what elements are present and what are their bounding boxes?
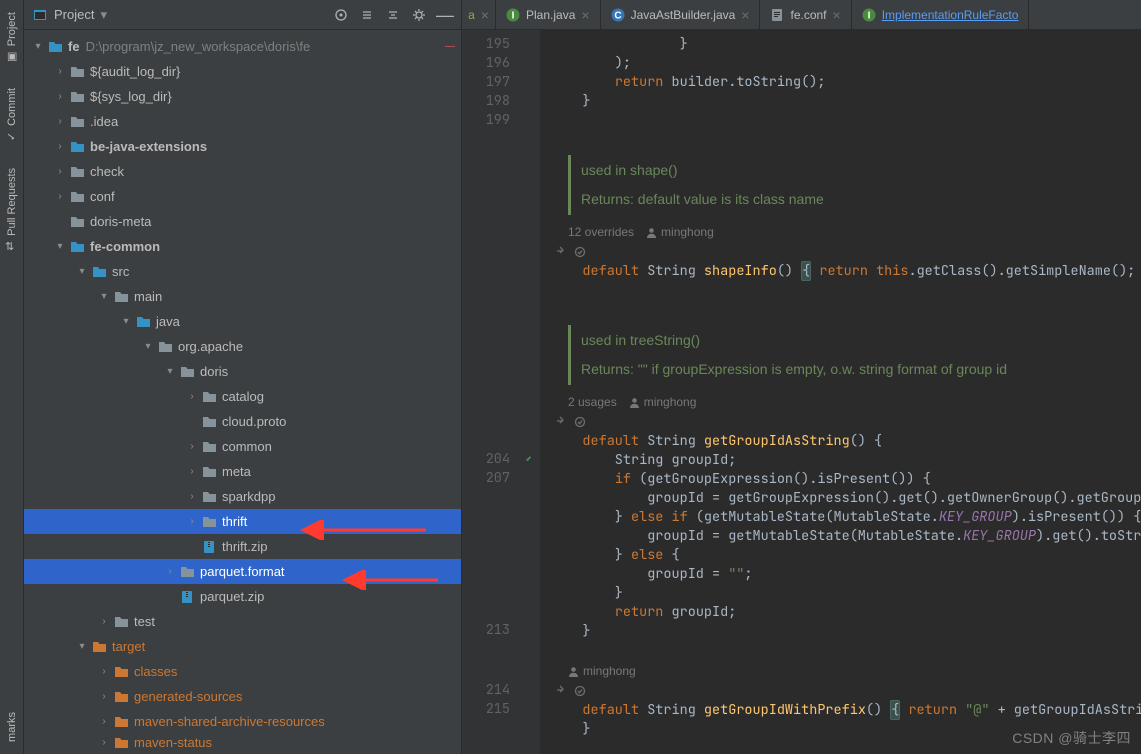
- tree-item[interactable]: ›be-java-extensions: [24, 134, 461, 159]
- tree-item[interactable]: ▾src: [24, 259, 461, 284]
- tree-item[interactable]: ▾fe-common: [24, 234, 461, 259]
- tree-item[interactable]: doris-meta: [24, 209, 461, 234]
- interface-icon: I: [862, 8, 876, 22]
- toolstrip-pull-requests[interactable]: ⇅Pull Requests: [3, 156, 21, 266]
- tree-item[interactable]: ›.idea: [24, 109, 461, 134]
- tree-item[interactable]: thrift.zip: [24, 534, 461, 559]
- interface-icon: I: [506, 8, 520, 22]
- tree-item[interactable]: ›catalog: [24, 384, 461, 409]
- editor-tab[interactable]: IImplementationRuleFacto: [852, 0, 1030, 29]
- tree-root[interactable]: ▾feD:\program\jz_new_workspace\doris\fe—: [24, 34, 461, 59]
- project-icon: [32, 7, 48, 23]
- editor-tab[interactable]: IPlan.java×: [496, 0, 601, 29]
- tree-item[interactable]: ›meta: [24, 459, 461, 484]
- panel-title[interactable]: Project: [54, 7, 94, 22]
- tree-item[interactable]: ▾doris: [24, 359, 461, 384]
- toolstrip-marks[interactable]: marks: [4, 700, 20, 754]
- tree-item[interactable]: ›test: [24, 609, 461, 634]
- tree-item[interactable]: ›${audit_log_dir}: [24, 59, 461, 84]
- panel-header: Project ▾ —: [24, 0, 461, 30]
- tree-item[interactable]: ›check: [24, 159, 461, 184]
- hide-icon[interactable]: —: [437, 7, 453, 23]
- svg-text:C: C: [614, 10, 621, 21]
- tree-item[interactable]: ›sparkdpp: [24, 484, 461, 509]
- gear-icon[interactable]: [411, 7, 427, 23]
- class-icon: C: [611, 8, 625, 22]
- tree-item[interactable]: ▾target: [24, 634, 461, 659]
- file-icon: [770, 8, 784, 22]
- tree-item[interactable]: ›${sys_log_dir}: [24, 84, 461, 109]
- watermark: CSDN @骑士李四: [1012, 728, 1131, 748]
- tree-item[interactable]: ›maven-status: [24, 734, 461, 750]
- svg-text:I: I: [867, 10, 870, 21]
- toolstrip-project[interactable]: ▣Project: [3, 0, 21, 76]
- expand-all-icon[interactable]: [359, 7, 375, 23]
- tree-item[interactable]: ›generated-sources: [24, 684, 461, 709]
- svg-text:I: I: [512, 10, 515, 21]
- close-icon[interactable]: ×: [741, 7, 749, 23]
- left-tool-strip: ▣Project ✓Commit ⇅Pull Requests marks: [0, 0, 24, 754]
- panel-dropdown-icon[interactable]: ▾: [100, 7, 107, 23]
- gutter-icons: ⬋: [518, 30, 540, 754]
- tree-item[interactable]: ›conf: [24, 184, 461, 209]
- tree-item[interactable]: ›parquet.format: [24, 559, 461, 584]
- editor-tabs: a× IPlan.java×CJavaAstBuilder.java×fe.co…: [462, 0, 1141, 30]
- project-tree[interactable]: ▾feD:\program\jz_new_workspace\doris\fe—…: [24, 30, 461, 754]
- close-icon[interactable]: ×: [833, 7, 841, 23]
- editor-tab[interactable]: fe.conf×: [760, 0, 851, 29]
- tab-stub[interactable]: a×: [462, 0, 496, 29]
- tree-item[interactable]: ›classes: [24, 659, 461, 684]
- tree-item[interactable]: ›maven-shared-archive-resources: [24, 709, 461, 734]
- tree-item[interactable]: ▾java: [24, 309, 461, 334]
- tree-item[interactable]: ›common: [24, 434, 461, 459]
- code-area[interactable]: 195196197198199 204207213 214215 ⬋ } ); …: [462, 30, 1141, 754]
- tree-item[interactable]: ›thrift: [24, 509, 461, 534]
- project-panel: Project ▾ — ▾feD:\program\jz_new_workspa…: [24, 0, 462, 754]
- editor-area: a× IPlan.java×CJavaAstBuilder.java×fe.co…: [462, 0, 1141, 754]
- tree-item[interactable]: ▾main: [24, 284, 461, 309]
- tree-item[interactable]: cloud.proto: [24, 409, 461, 434]
- toolstrip-commit[interactable]: ✓Commit: [3, 76, 21, 156]
- close-icon[interactable]: ×: [481, 7, 489, 23]
- editor-tab[interactable]: CJavaAstBuilder.java×: [601, 0, 761, 29]
- code-content[interactable]: } ); return builder.toString(); } used i…: [540, 30, 1141, 754]
- collapse-all-icon[interactable]: [385, 7, 401, 23]
- locate-icon[interactable]: [333, 7, 349, 23]
- tree-item[interactable]: parquet.zip: [24, 584, 461, 609]
- tree-item[interactable]: ▾org.apache: [24, 334, 461, 359]
- close-icon[interactable]: ×: [581, 7, 589, 23]
- gutter-line-numbers: 195196197198199 204207213 214215: [462, 30, 518, 754]
